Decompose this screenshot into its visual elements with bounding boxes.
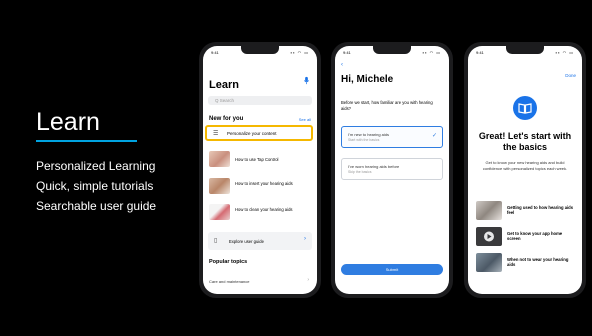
notch (373, 46, 411, 54)
microphone-icon[interactable] (302, 76, 311, 85)
signal-battery-icon: ▪▪ ◠ ▭ (422, 50, 441, 55)
greeting-title: Hi, Michele (341, 74, 394, 85)
item-label: How to insert your hearing aids (235, 181, 293, 186)
woman-thumbnail (476, 201, 502, 220)
phone-learn-screen: 9:41 ▪▪ ◠ ▭ Learn Q Search New for you S… (199, 42, 321, 298)
description: Get to know your new hearing aids and bu… (482, 160, 568, 171)
personalize-content-item[interactable]: ☰ Personalize your content (205, 125, 313, 141)
video-play-thumbnail (476, 227, 502, 246)
signal-battery-icon: ▪▪ ◠ ▭ (290, 50, 309, 55)
topic-label: When not to wear your hearing aids (507, 257, 569, 268)
slide: Learn Personalized Learning Quick, simpl… (0, 0, 592, 336)
status-time: 9:41 (343, 50, 351, 55)
back-chevron-icon[interactable]: ‹ (341, 62, 343, 68)
explore-user-guide-card[interactable]: ▯ Explore user guide › (208, 232, 312, 250)
checkmark-icon: ✓ (431, 133, 437, 139)
search-input[interactable]: Q Search (208, 96, 312, 105)
search-placeholder: Q Search (215, 98, 235, 103)
open-book-icon (518, 103, 532, 114)
hand-ear-thumbnail (209, 151, 230, 167)
man-thumbnail (476, 253, 502, 272)
title-underline (36, 140, 137, 142)
play-icon (484, 231, 494, 242)
explore-label: Explore user guide (229, 239, 264, 244)
topic-care-maintenance[interactable]: Care and maintenance (209, 279, 249, 284)
item-label: How to clean your hearing aids (235, 207, 293, 212)
list-item[interactable]: How to insert your hearing aids (209, 178, 313, 196)
book-badge (513, 96, 537, 120)
option-title: I'm new to hearing aids (348, 132, 390, 137)
submit-button[interactable]: Submit (341, 264, 443, 275)
status-time: 9:41 (476, 50, 484, 55)
see-all-link[interactable]: See all (299, 117, 311, 122)
slide-title: Learn (36, 108, 100, 136)
familiarity-question: Before we start, how familiar are you wi… (341, 100, 433, 111)
popular-topics-title: Popular topics (209, 259, 248, 265)
chevron-right-icon: › (307, 277, 309, 283)
learn-screen: 9:41 ▪▪ ◠ ▭ Learn Q Search New for you S… (203, 46, 317, 294)
familiarity-screen: 9:41 ▪▪ ◠ ▭ ‹ Hi, Michele Before we star… (335, 46, 449, 294)
option-subtitle: Start with the basics (348, 138, 380, 142)
basics-screen: 9:41 ▪▪ ◠ ▭ Done Great! Let's start with… (468, 46, 582, 294)
phone-basics-screen: 9:41 ▪▪ ◠ ▭ Done Great! Let's start with… (464, 42, 586, 298)
chevron-right-icon: › (304, 236, 306, 242)
topic-item[interactable]: When not to wear your hearing aids (476, 253, 576, 273)
done-button[interactable]: Done (565, 73, 576, 78)
book-icon: ▯ (214, 238, 218, 244)
option-new-to-hearing-aids[interactable]: I'm new to hearing aids Start with the b… (341, 126, 443, 148)
page-title: Learn (209, 79, 239, 91)
notch (241, 46, 279, 54)
signal-battery-icon: ▪▪ ◠ ▭ (555, 50, 574, 55)
option-subtitle: Skip the basics (348, 170, 372, 174)
option-worn-before[interactable]: I've worn hearing aids before Skip the b… (341, 158, 443, 180)
item-label: How to use Tap Control (235, 157, 279, 162)
section-title-new-for-you: New for you (209, 116, 244, 122)
topic-label: Getting used to how hearing aids feel (507, 205, 574, 216)
list-icon: ☰ (213, 131, 219, 137)
feature-item: Quick, simple tutorials (36, 179, 154, 193)
headline: Great! Let's start with the basics (478, 131, 572, 152)
notch (506, 46, 544, 54)
option-title: I've worn hearing aids before (348, 164, 400, 169)
topic-label: Get to know your app home screen (507, 231, 563, 242)
feature-list: Personalized Learning Quick, simple tuto… (36, 156, 156, 216)
topic-item[interactable]: Get to know your app home screen (476, 227, 576, 247)
insert-hearing-aid-thumbnail (209, 178, 230, 194)
clean-hearing-aid-thumbnail (209, 204, 230, 220)
personalize-label: Personalize your content (227, 131, 277, 136)
feature-item: Searchable user guide (36, 199, 157, 213)
phone-familiarity-screen: 9:41 ▪▪ ◠ ▭ ‹ Hi, Michele Before we star… (331, 42, 453, 298)
list-item[interactable]: How to use Tap Control (209, 151, 313, 169)
feature-item: Personalized Learning (36, 159, 156, 173)
list-item[interactable]: How to clean your hearing aids (209, 204, 313, 222)
status-time: 9:41 (211, 50, 219, 55)
topic-item[interactable]: Getting used to how hearing aids feel (476, 201, 576, 221)
